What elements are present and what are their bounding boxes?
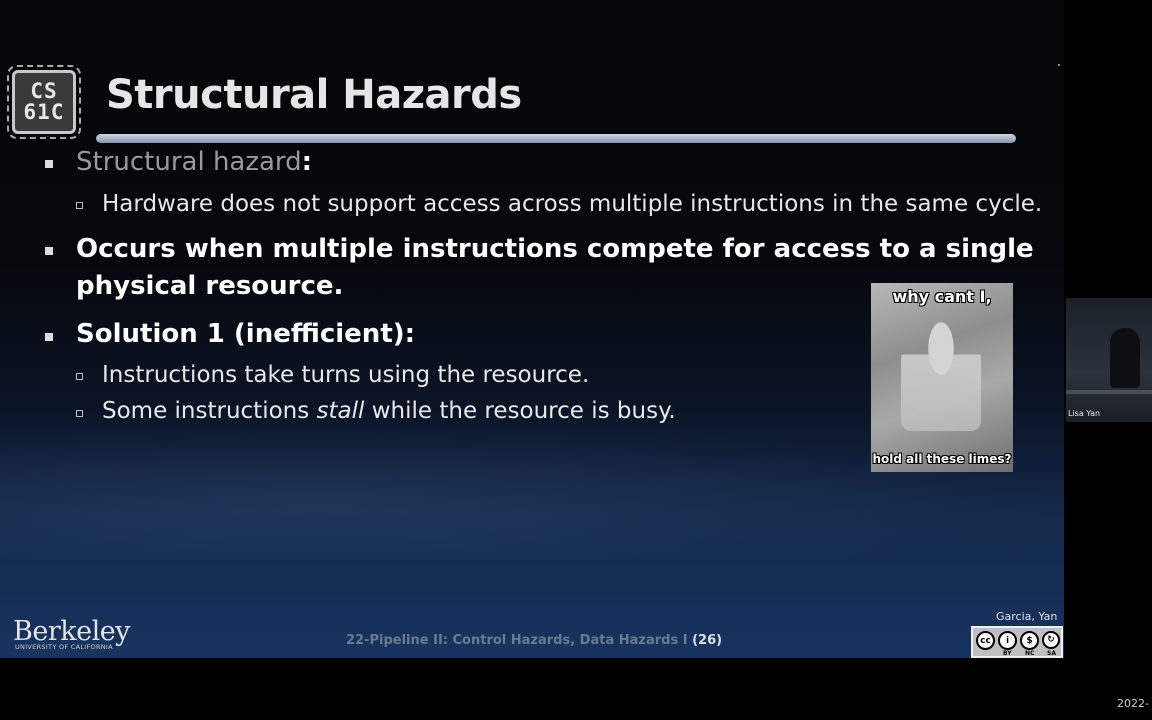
cc-icon: cc xyxy=(976,631,995,650)
recording-date: 2022- xyxy=(1117,697,1149,710)
license-by: BY xyxy=(1003,650,1012,657)
meme-top-text: why cant I, xyxy=(892,287,992,306)
bullet-occurs-line2: physical resource. xyxy=(76,271,344,301)
title-divider xyxy=(96,134,1016,143)
desk-edge xyxy=(1066,390,1152,394)
sub-bullet-icon xyxy=(76,202,83,209)
license-nc: NC xyxy=(1025,650,1035,657)
sub-bullet-icon xyxy=(76,410,83,417)
stall-pre: Some instructions xyxy=(102,398,317,424)
slide-footer: 22-Pipeline II: Control Hazards, Data Ha… xyxy=(346,633,722,648)
meme-figure xyxy=(901,321,981,431)
bullet-square-icon xyxy=(45,247,53,255)
bullet-occurs-line1: Occurs when multiple instructions compet… xyxy=(76,234,1034,264)
stall-emphasis: stall xyxy=(316,398,365,424)
presenter-silhouette xyxy=(1110,328,1140,388)
presenter-video[interactable]: Lisa Yan xyxy=(1066,298,1152,422)
bullet-solution-1: Solution 1 (inefficient): xyxy=(76,319,416,349)
meme-image: why cant I, hold all these limes? xyxy=(871,283,1013,472)
slide-title: Structural Hazards xyxy=(106,72,522,118)
sub-bullet-stall: Some instructions stall while the resour… xyxy=(102,398,676,424)
bullet-square-icon xyxy=(45,160,53,168)
bullet-structural-hazard: Structural hazard: xyxy=(76,147,312,177)
meme-bottom-text: hold all these limes? xyxy=(872,452,1012,466)
chip-pins-icon xyxy=(7,65,81,139)
cs61c-logo: CS 61C xyxy=(7,65,81,139)
pointer-dot xyxy=(1058,64,1060,66)
license-sa: SA xyxy=(1047,650,1056,657)
slide: CS 61C Structural Hazards Structural haz… xyxy=(0,0,1064,658)
berkeley-subtitle: UNIVERSITY OF CALIFORNIA xyxy=(15,643,113,651)
sa-share-icon: ↻ xyxy=(1042,631,1060,649)
stall-post: while the resource is busy. xyxy=(364,398,676,424)
footer-lecture: 22-Pipeline II: Control Hazards, Data Ha… xyxy=(346,633,688,648)
nc-dollar-icon: $ xyxy=(1020,631,1039,650)
sub-bullet-hardware: Hardware does not support access across … xyxy=(102,191,1043,217)
presenter-name: Lisa Yan xyxy=(1068,409,1101,418)
sub-bullet-icon xyxy=(76,373,83,380)
sub-bullet-take-turns: Instructions take turns using the resour… xyxy=(102,362,590,388)
by-person-icon: i xyxy=(998,631,1017,650)
cc-license-badge: cc i $ ↻ BY NC SA xyxy=(971,626,1063,658)
term-colon: : xyxy=(301,147,313,177)
slide-authors: Garcia, Yan xyxy=(996,610,1058,623)
term-structural-hazard: Structural hazard xyxy=(76,147,302,177)
footer-page-number: (26) xyxy=(692,633,723,648)
bullet-square-icon xyxy=(45,333,53,341)
